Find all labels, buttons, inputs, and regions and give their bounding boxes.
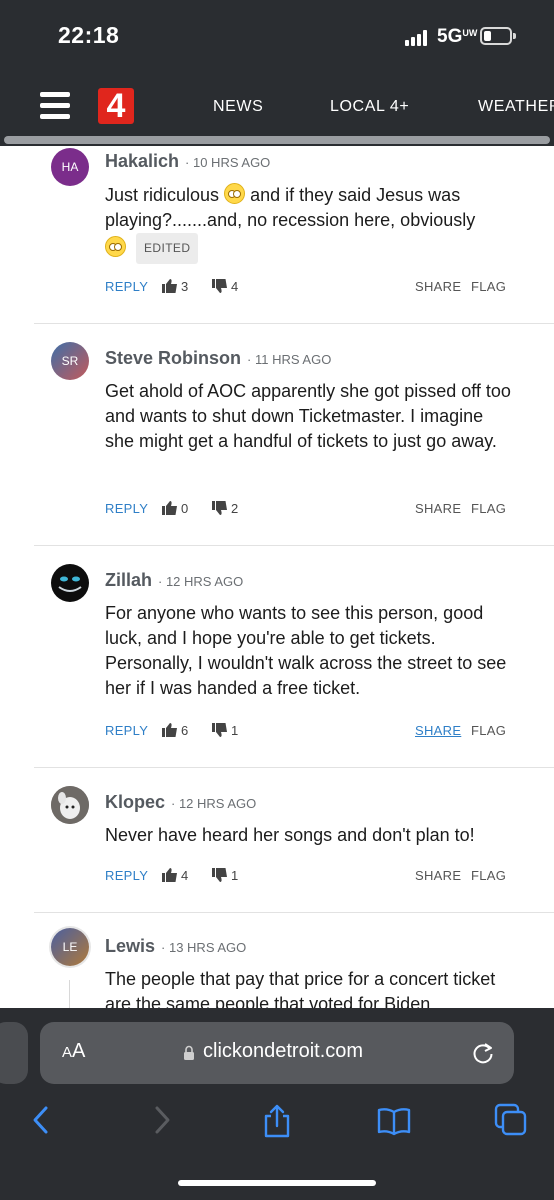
address-bar[interactable]: AA clickondetroit.com	[40, 1022, 514, 1084]
comment-age: · 13 HRS AGO	[161, 940, 247, 955]
avatar[interactable]	[51, 786, 89, 824]
comment-body: For anyone who wants to see this person,…	[105, 603, 507, 698]
thread-line	[69, 980, 70, 1010]
comment-age: · 12 HRS AGO	[158, 574, 244, 589]
nav-news[interactable]: NEWS	[213, 98, 263, 116]
divider	[34, 545, 554, 546]
reply-button[interactable]: REPLY	[105, 501, 148, 516]
nav-weather[interactable]: WEATHER	[478, 98, 554, 116]
back-arrow-icon[interactable]	[24, 1102, 60, 1138]
thumbs-up-icon	[162, 279, 177, 293]
comment-age: · 11 HRS AGO	[247, 352, 332, 367]
dog-photo-avatar-icon	[51, 786, 89, 824]
comment-username[interactable]: Zillah · 12 HRS AGO	[105, 570, 243, 591]
tabs-icon[interactable]	[493, 1102, 529, 1138]
upvote-button[interactable]: 3	[162, 278, 188, 294]
share-button[interactable]: SHARE	[415, 868, 461, 883]
lock-icon	[184, 1045, 194, 1060]
thumbs-down-icon	[212, 501, 227, 515]
comment-body: Get ahold of AOC apparently she got piss…	[105, 381, 511, 451]
avatar[interactable]	[51, 564, 89, 602]
flag-button[interactable]: FLAG	[471, 723, 506, 738]
avatar[interactable]: HA	[51, 148, 89, 186]
comment-username[interactable]: Klopec · 12 HRS AGO	[105, 792, 256, 813]
network-type: 5GUW	[437, 26, 478, 47]
bookmarks-icon[interactable]	[376, 1102, 412, 1138]
share-button[interactable]: SHARE	[415, 279, 461, 294]
reply-button[interactable]: REPLY	[105, 868, 148, 883]
comment-username[interactable]: Lewis · 13 HRS AGO	[105, 936, 246, 957]
comment-actions: REPLY 4 1 SHARE FLAG	[105, 867, 506, 888]
thumbs-down-icon	[212, 868, 227, 882]
thumbs-up-icon	[162, 868, 177, 882]
flag-button[interactable]: FLAG	[471, 279, 506, 294]
eye-roll-emoji-icon	[224, 183, 246, 204]
downvote-button[interactable]: 4	[212, 278, 238, 294]
thumbs-down-icon	[212, 723, 227, 737]
thumbs-down-icon	[212, 279, 227, 293]
share-button[interactable]: SHARE	[415, 501, 461, 516]
reply-button[interactable]: REPLY	[105, 279, 148, 294]
site-logo[interactable]: 4	[98, 88, 134, 124]
signal-icon	[405, 30, 431, 46]
reload-icon[interactable]	[470, 1040, 496, 1066]
site-navbar: 4 NEWS LOCAL 4+ WEATHER	[0, 82, 554, 134]
edited-badge: EDITED	[136, 233, 199, 264]
hamburger-menu-icon[interactable]	[40, 92, 70, 120]
share-button[interactable]: SHARE	[415, 723, 461, 738]
avatar[interactable]: SR	[51, 342, 89, 380]
upvote-button[interactable]: 6	[162, 722, 188, 738]
flag-button[interactable]: FLAG	[471, 868, 506, 883]
divider	[34, 912, 554, 913]
comment-actions: REPLY 0 2 SHARE FLAG	[105, 500, 506, 521]
flag-button[interactable]: FLAG	[471, 501, 506, 516]
upvote-button[interactable]: 4	[162, 867, 188, 883]
divider	[34, 767, 554, 768]
status-bar: 22:18 5GUW	[0, 0, 554, 72]
battery-icon	[480, 27, 516, 45]
cheshire-cat-avatar-icon	[58, 576, 82, 592]
top-chrome: 22:18 5GUW 4 NEWS LOCAL 4+ WEATHER	[0, 0, 554, 146]
comment-body: Just ridiculous and if they said Jesus w…	[105, 183, 515, 264]
comment-body: Never have heard her songs and don't pla…	[105, 825, 475, 845]
comment-age: · 12 HRS AGO	[171, 796, 257, 811]
share-icon[interactable]	[259, 1102, 295, 1138]
comment-actions: REPLY 6 1 SHARE FLAG	[105, 722, 506, 743]
url-text[interactable]: clickondetroit.com	[203, 1040, 363, 1063]
comments-list: HA Hakalich · 10 HRS AGO Just ridiculous …	[0, 146, 554, 1008]
comment-username[interactable]: Steve Robinson · 11 HRS AGO	[105, 348, 331, 369]
thumbs-up-icon	[162, 723, 177, 737]
comment-body: The people that pay that price for a con…	[105, 969, 496, 1008]
comment-age: · 10 HRS AGO	[185, 155, 271, 170]
browser-toolbar: AA clickondetroit.com	[0, 1008, 554, 1200]
status-time: 22:18	[58, 22, 120, 48]
downvote-button[interactable]: 2	[212, 500, 238, 516]
upvote-button[interactable]: 0	[162, 500, 188, 516]
horizontal-scrollbar[interactable]	[4, 136, 550, 144]
text-size-button[interactable]: AA	[62, 1040, 85, 1063]
downvote-button[interactable]: 1	[212, 722, 238, 738]
previous-tab-peek[interactable]	[0, 1022, 28, 1084]
avatar[interactable]: LE	[51, 928, 89, 966]
divider	[34, 323, 554, 324]
comment-actions: REPLY 3 4 SHARE FLAG	[105, 278, 506, 299]
nav-local[interactable]: LOCAL 4+	[330, 98, 409, 116]
thumbs-up-icon	[162, 501, 177, 515]
comment-username[interactable]: Hakalich · 10 HRS AGO	[105, 151, 270, 172]
downvote-button[interactable]: 1	[212, 867, 238, 883]
eye-roll-emoji-icon	[105, 236, 126, 257]
reply-button[interactable]: REPLY	[105, 723, 148, 738]
home-indicator[interactable]	[178, 1180, 376, 1186]
forward-arrow-icon[interactable]	[144, 1102, 180, 1138]
